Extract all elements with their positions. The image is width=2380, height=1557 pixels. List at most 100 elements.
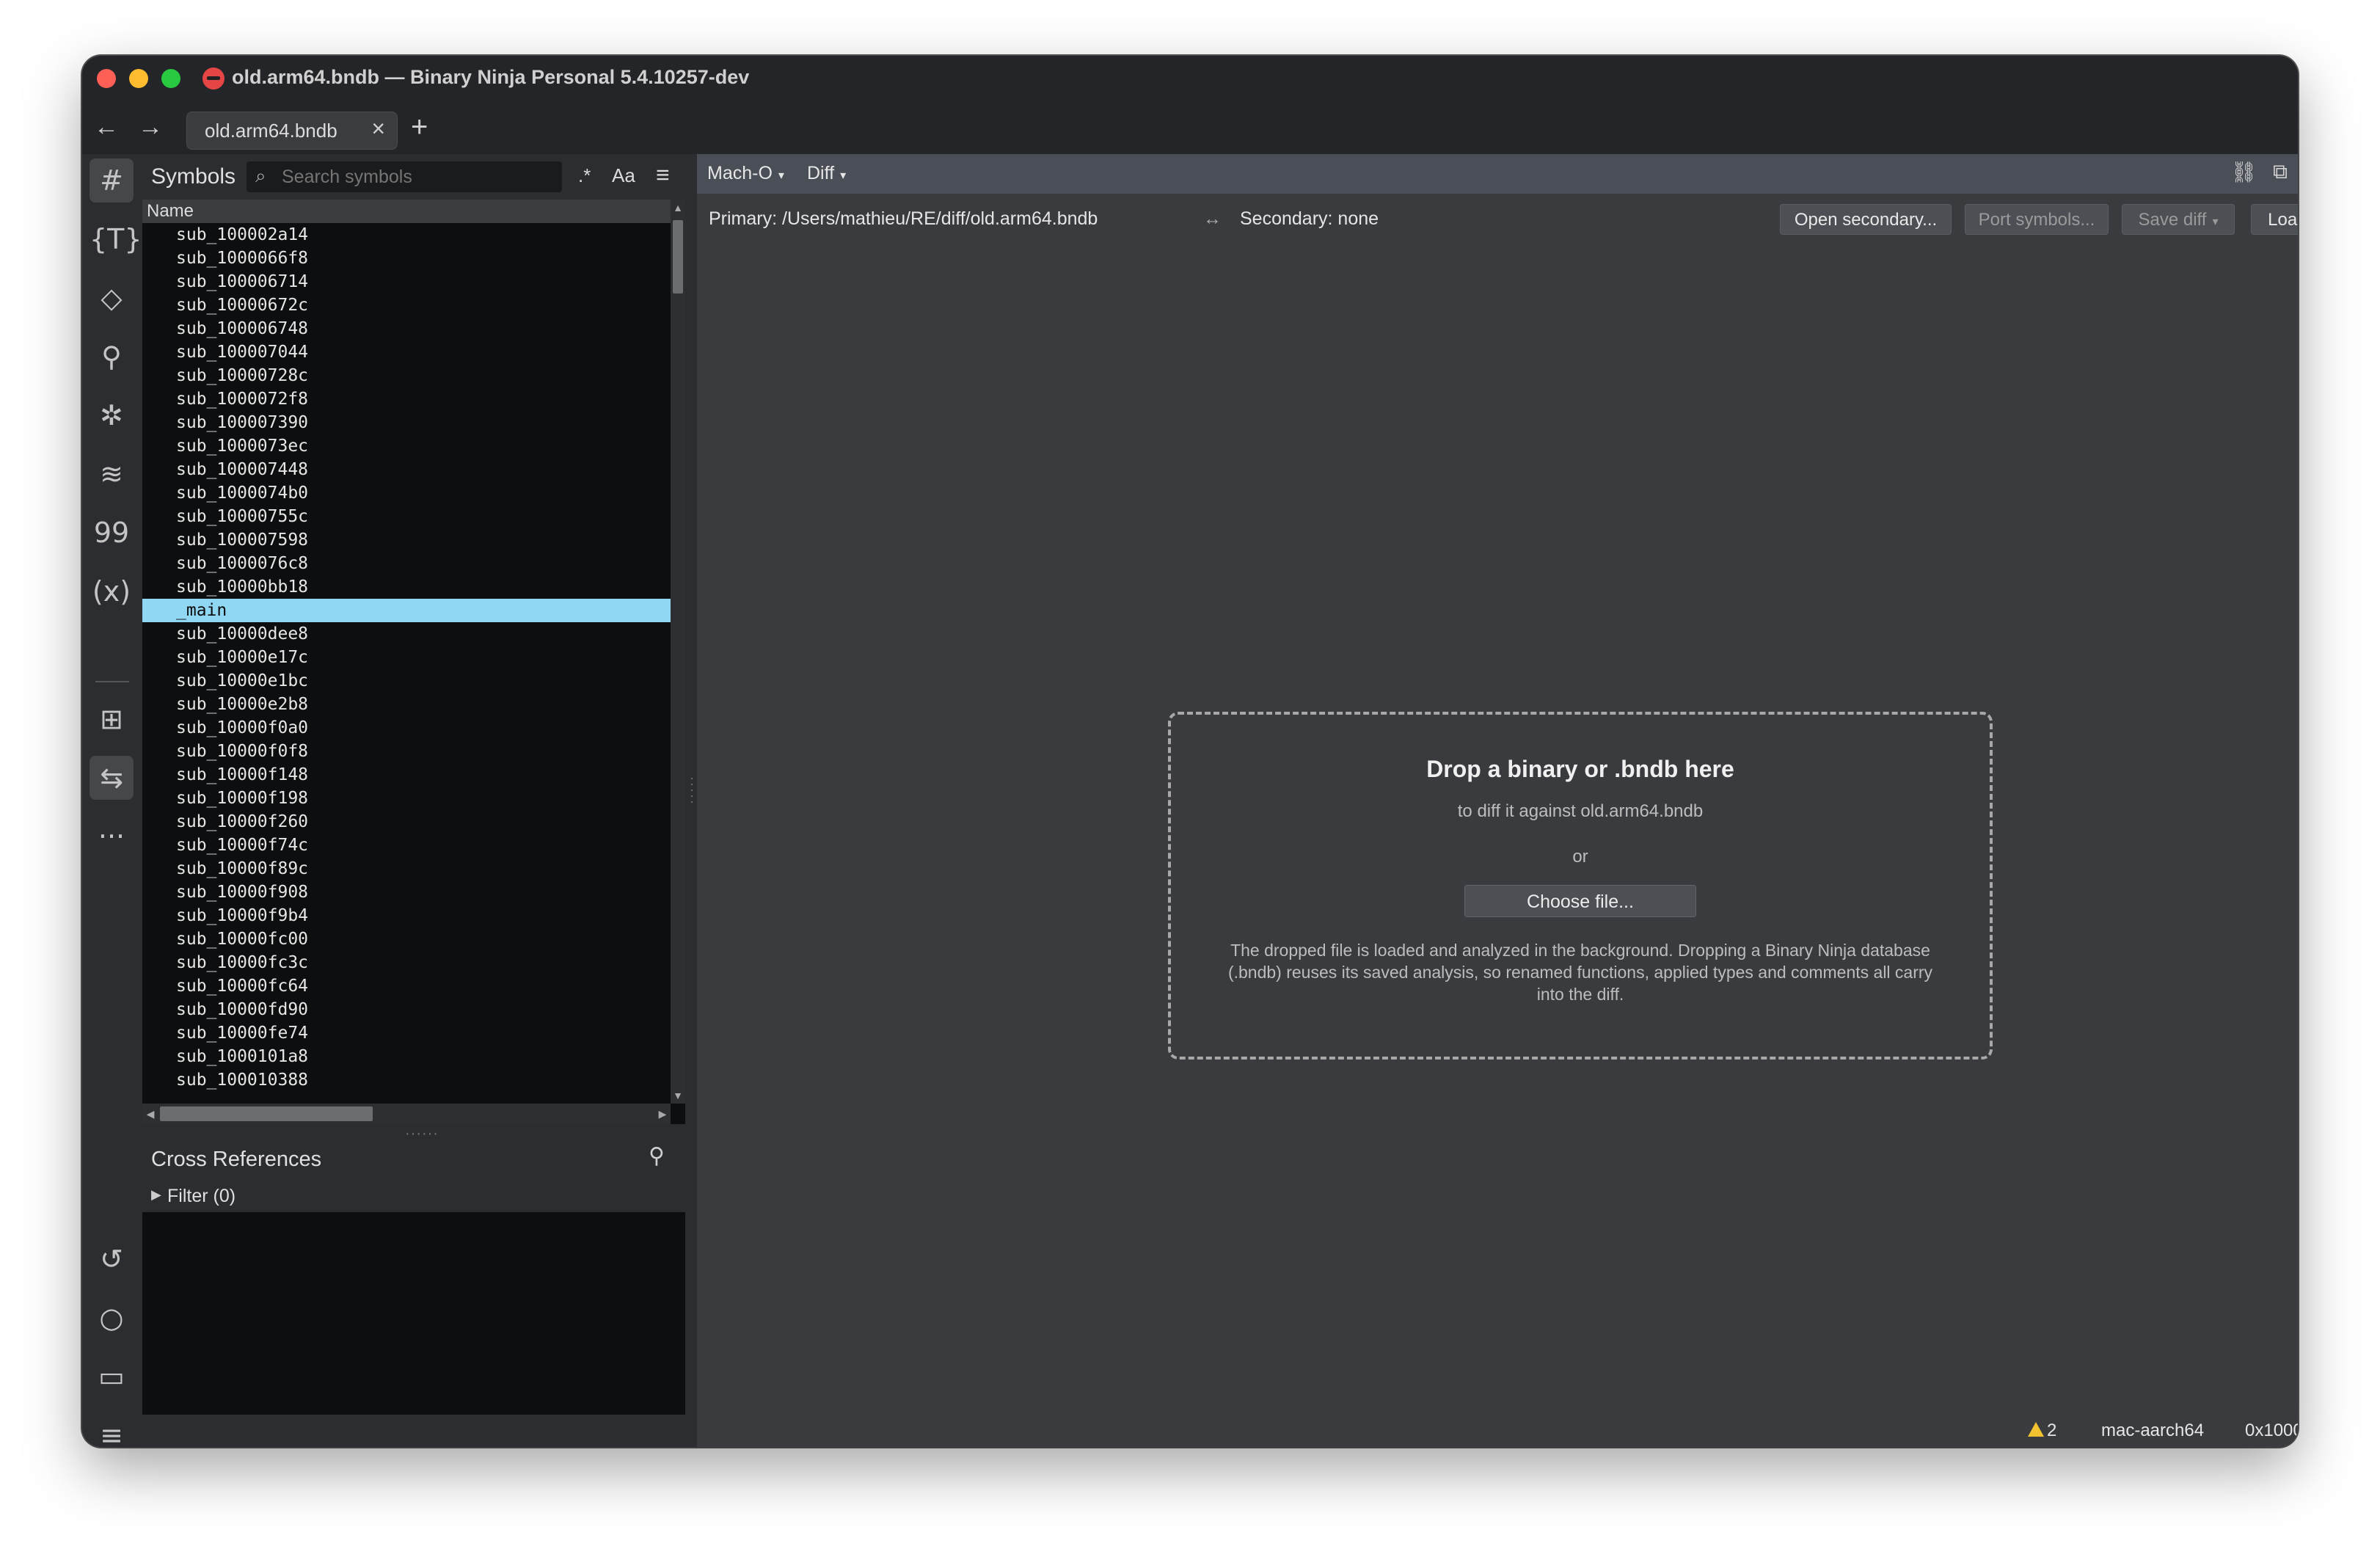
warning-icon[interactable]	[2028, 1422, 2044, 1437]
symbol-row[interactable]: sub_1000073ec	[142, 434, 671, 458]
expand-triangle-icon[interactable]: ▶	[151, 1187, 161, 1203]
case-sensitive-toggle-button[interactable]: Aa	[612, 164, 635, 187]
history-icon[interactable]: ↺	[90, 1237, 134, 1281]
symbols-header: Symbols ⌕ .* Aa ≡	[142, 154, 685, 200]
symbol-row[interactable]: sub_10000e2b8	[142, 693, 671, 716]
swap-arrow-icon[interactable]: ↔	[1203, 208, 1222, 230]
vertical-scrollbar[interactable]: ▲ ▼	[671, 200, 685, 1104]
symbol-row[interactable]: sub_10000fc00	[142, 927, 671, 951]
symbol-row[interactable]: sub_10000f9b4	[142, 904, 671, 927]
symbol-row[interactable]: sub_10000755c	[142, 505, 671, 528]
regex-toggle-button[interactable]: .*	[578, 164, 591, 187]
graph-icon[interactable]: ⊞	[90, 697, 134, 741]
symbol-row[interactable]: sub_10000f260	[142, 810, 671, 834]
horizontal-scrollbar[interactable]: ◀ ▶	[142, 1104, 671, 1124]
symbol-row[interactable]: sub_10000fc64	[142, 974, 671, 998]
symbol-row[interactable]: sub_10000bb18	[142, 575, 671, 599]
choose-file-button[interactable]: Choose file...	[1464, 885, 1696, 917]
types-icon[interactable]: {T}	[90, 217, 142, 261]
symbol-row[interactable]: sub_100007598	[142, 528, 671, 552]
symbol-row[interactable]: sub_10000f148	[142, 763, 671, 787]
symbol-row[interactable]: sub_1000074b0	[142, 481, 671, 505]
symbols-icon[interactable]: #	[90, 158, 134, 203]
debugger-icon[interactable]: ✲	[90, 393, 134, 437]
scroll-left-icon[interactable]: ◀	[142, 1104, 158, 1124]
scroll-right-icon[interactable]: ▶	[654, 1104, 671, 1124]
close-window-button[interactable]	[97, 69, 116, 88]
split-view-icon[interactable]: ⧉	[2273, 160, 2288, 184]
link-icon[interactable]: ⛓	[2230, 160, 2257, 184]
symbol-row[interactable]: sub_10000fd90	[142, 998, 671, 1021]
symbol-row[interactable]: sub_10000f89c	[142, 857, 671, 880]
symbol-row[interactable]: sub_100006748	[142, 317, 671, 340]
symbols-list: Name sub_100002a14 sub_1000066f8 sub_10000…	[142, 200, 685, 1124]
location-icon[interactable]: ⚲	[90, 335, 134, 379]
symbol-row[interactable]: sub_100002a14	[142, 223, 671, 247]
console-icon[interactable]: ▭	[90, 1354, 134, 1399]
symbol-row[interactable]: sub_1000101a8	[142, 1045, 671, 1068]
file-drop-zone[interactable]: Drop a binary or .bndb here to diff it a…	[1168, 712, 1993, 1060]
port-symbols-button[interactable]: Port symbols...	[1965, 204, 2109, 235]
variables-icon[interactable]: (x)	[90, 569, 134, 613]
symbol-row[interactable]: sub_100007390	[142, 411, 671, 434]
vertical-scroll-thumb[interactable]	[673, 220, 683, 293]
log-icon[interactable]: ≡	[90, 1413, 134, 1447]
scroll-up-icon[interactable]: ▲	[671, 200, 685, 216]
symbol-row[interactable]: sub_10000fe74	[142, 1021, 671, 1045]
symbol-row[interactable]: sub_1000072f8	[142, 387, 671, 411]
symbol-row[interactable]: sub_10000e1bc	[142, 669, 671, 693]
strings-icon[interactable]: 99	[90, 511, 134, 555]
cross-references-header: Cross References ⚲	[142, 1137, 685, 1181]
symbol-row[interactable]: sub_100007044	[142, 340, 671, 364]
symbol-row[interactable]: sub_10000fc3c	[142, 951, 671, 974]
symbol-row[interactable]: sub_100010388	[142, 1068, 671, 1092]
symbol-row[interactable]: sub_1000076c8	[142, 552, 671, 575]
horizontal-scroll-thumb[interactable]	[160, 1106, 373, 1121]
panel-splitter-handle[interactable]: · · · · ·	[690, 771, 694, 808]
view-type-dropdown[interactable]: Mach-O ▾	[707, 163, 784, 184]
symbol-row[interactable]: sub_10000f908	[142, 880, 671, 904]
symbol-row-selected[interactable]: _main	[142, 599, 671, 622]
symbol-row[interactable]: sub_100006714	[142, 270, 671, 293]
back-arrow-icon[interactable]: ←	[88, 109, 125, 145]
symbol-row[interactable]: sub_10000f0a0	[142, 716, 671, 740]
symbol-row[interactable]: sub_10000728c	[142, 364, 671, 387]
zoom-window-button[interactable]	[161, 69, 180, 88]
new-tab-button[interactable]: +	[411, 109, 428, 145]
minimize-window-button[interactable]	[129, 69, 148, 88]
tags-icon[interactable]: ◇	[90, 276, 134, 320]
search-icon[interactable]: ○	[90, 1296, 134, 1340]
xref-filter-row[interactable]: ▶ Filter (0)	[142, 1181, 685, 1212]
symbols-search-input[interactable]	[280, 164, 547, 189]
symbol-row[interactable]: sub_10000dee8	[142, 622, 671, 646]
diff-icon[interactable]: ⇆	[90, 756, 134, 800]
current-address[interactable]: 0x10000bdec	[2245, 1421, 2298, 1441]
open-secondary-button[interactable]: Open secondary...	[1780, 204, 1952, 235]
symbol-row[interactable]: sub_10000e17c	[142, 646, 671, 669]
name-column-header[interactable]: Name	[142, 200, 671, 223]
view-mode-dropdown[interactable]: Diff ▾	[807, 163, 846, 184]
scroll-down-icon[interactable]: ▼	[671, 1087, 685, 1104]
forward-arrow-icon[interactable]: →	[132, 109, 169, 145]
symbol-row[interactable]: sub_10000f198	[142, 787, 671, 810]
platform-label[interactable]: mac-aarch64	[2101, 1421, 2204, 1441]
symbol-row[interactable]: sub_10000f74c	[142, 834, 671, 857]
tab-old-arm64[interactable]: old.arm64.bndb ×	[186, 112, 398, 150]
symbols-title: Symbols	[151, 164, 236, 189]
symbol-row[interactable]: sub_10000f0f8	[142, 740, 671, 763]
save-diff-label: Save diff	[2138, 210, 2207, 230]
pin-icon[interactable]: ⚲	[649, 1143, 665, 1169]
symbol-row[interactable]: sub_1000066f8	[142, 247, 671, 270]
symbol-row[interactable]: sub_100007448	[142, 458, 671, 481]
tab-close-icon[interactable]: ×	[371, 115, 385, 142]
secondary-label: Secondary: none	[1240, 208, 1379, 229]
save-diff-button[interactable]: Save diff ▾	[2122, 204, 2235, 235]
load-diff-button[interactable]: Load diff▾	[2251, 204, 2298, 235]
symbols-search-box[interactable]: ⌕	[247, 161, 562, 192]
warning-count[interactable]: 2	[2047, 1421, 2056, 1441]
hamburger-menu-icon[interactable]: ≡	[656, 161, 670, 189]
layers-icon[interactable]: ≋	[90, 452, 134, 496]
more-icon[interactable]: ···	[90, 814, 134, 858]
symbol-row[interactable]: sub_10000672c	[142, 293, 671, 317]
binary-ninja-logo-icon	[202, 68, 225, 90]
